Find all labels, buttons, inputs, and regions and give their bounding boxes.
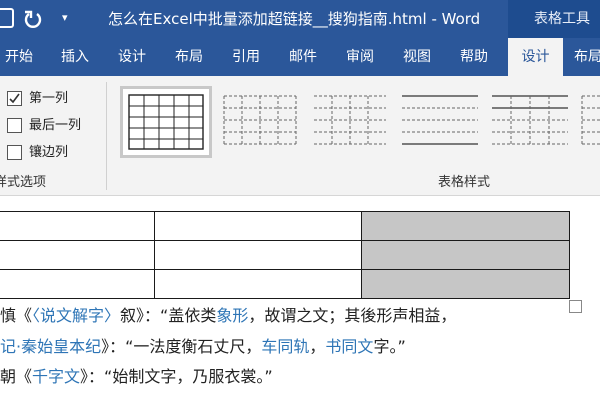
table-style-grid[interactable] (120, 86, 212, 158)
context-tab-table-tools: 表格工具 (508, 0, 600, 38)
table-cell-shaded[interactable] (361, 269, 570, 299)
table-style-light-list[interactable] (304, 86, 396, 158)
table-styles-gallery (116, 86, 600, 158)
paragraph-line-1: 慎《〈说文解字〉叙》：“盖依类象形，故谓之文；其後形声相益， (0, 305, 456, 327)
text-run: ， (309, 337, 326, 356)
hyperlink[interactable]: 记·秦始皇本纪 (0, 337, 101, 356)
paragraph-line-3: 朝《千字文》：“始制文字，乃服衣裳。” (0, 366, 273, 388)
table-cell[interactable] (0, 211, 155, 241)
window-title: 怎么在Excel中批量添加超链接__搜狗指南.html - Word (108, 10, 481, 28)
hyperlink[interactable]: 〈说文解字〉 (32, 306, 120, 325)
tab-table-design[interactable]: 设计 (508, 38, 563, 76)
table-end-marker (569, 300, 582, 313)
text-run: 叙》：“盖依类 (120, 306, 217, 325)
table-style-header-rows[interactable] (484, 86, 576, 158)
tab-home[interactable]: 开始 (5, 38, 33, 76)
text-run: 》：“一法度衡石丈尺， (101, 337, 262, 356)
table-styles-group-label: 表格样式 (438, 175, 491, 190)
table-cell[interactable] (0, 240, 155, 270)
document-table[interactable] (0, 211, 570, 299)
customize-toolbar-button[interactable]: ▾ (62, 9, 68, 27)
tab-help[interactable]: 帮助 (460, 38, 488, 76)
style-options-group-label: 样式选项 (0, 175, 47, 190)
tab-table-layout[interactable]: 布局 (574, 38, 600, 76)
title-bar: ▾ 怎么在Excel中批量添加超链接__搜狗指南.html - Word 表格工… (0, 0, 600, 38)
last-column-label: 最后一列 (29, 118, 82, 133)
banded-columns-label: 镶边列 (29, 145, 69, 160)
ribbon-panel: 第一列 最后一列 镶边列 样式选项 表格样式 (0, 76, 600, 196)
text-run: ，故谓之文；其後形声相益， (248, 306, 457, 325)
document-area[interactable]: 慎《〈说文解字〉叙》：“盖依类象形，故谓之文；其後形声相益， 记·秦始皇本纪》：… (0, 197, 600, 400)
text-run: 字。” (373, 337, 406, 356)
table-cell[interactable] (154, 240, 362, 270)
table-cell-shaded[interactable] (361, 240, 570, 270)
table-style-plain-rows[interactable] (394, 86, 486, 158)
hyperlink[interactable]: 象形 (216, 306, 248, 325)
hyperlink[interactable]: 车同轨 (261, 337, 309, 356)
first-column-label: 第一列 (29, 91, 69, 106)
tab-review[interactable]: 审阅 (346, 38, 374, 76)
tab-layout[interactable]: 布局 (175, 38, 203, 76)
text-run: 》：“始制文字，乃服衣裳。” (80, 367, 273, 386)
last-column-checkbox[interactable] (7, 118, 22, 133)
tab-design[interactable]: 设计 (118, 38, 146, 76)
table-style-thumbnail (314, 95, 386, 145)
table-style-thumbnail (492, 95, 568, 145)
table-style-thumbnail (581, 95, 600, 145)
table-style-thumbnail (128, 94, 204, 150)
ribbon-tabs: 开始 插入 设计 布局 引用 邮件 审阅 视图 帮助 设计 布局 (0, 38, 600, 76)
tab-view[interactable]: 视图 (403, 38, 431, 76)
table-style-thumbnail (223, 95, 297, 145)
table-style-light-grid[interactable] (214, 86, 306, 158)
tab-mailings[interactable]: 邮件 (289, 38, 317, 76)
save-icon[interactable] (0, 8, 14, 28)
banded-columns-checkbox[interactable] (7, 145, 22, 160)
tab-references[interactable]: 引用 (232, 38, 260, 76)
table-style-partial[interactable] (574, 86, 600, 158)
paragraph-line-2: 记·秦始皇本纪》：“一法度衡石丈尺，车同轨，书同文字。” (0, 336, 406, 358)
text-run: 慎《 (0, 306, 33, 325)
table-cell-shaded[interactable] (361, 211, 570, 241)
hyperlink[interactable]: 书同文 (325, 337, 373, 356)
tab-insert[interactable]: 插入 (61, 38, 89, 76)
table-cell[interactable] (154, 211, 362, 241)
table-cell[interactable] (0, 269, 155, 299)
undo-icon[interactable] (22, 9, 44, 31)
table-style-thumbnail (402, 95, 478, 145)
checkmark-icon (9, 93, 20, 104)
table-cell[interactable] (154, 269, 362, 299)
group-divider (106, 82, 107, 190)
first-column-checkbox[interactable] (7, 91, 22, 106)
hyperlink[interactable]: 千字文 (32, 367, 80, 386)
text-run: 朝《 (0, 367, 33, 386)
